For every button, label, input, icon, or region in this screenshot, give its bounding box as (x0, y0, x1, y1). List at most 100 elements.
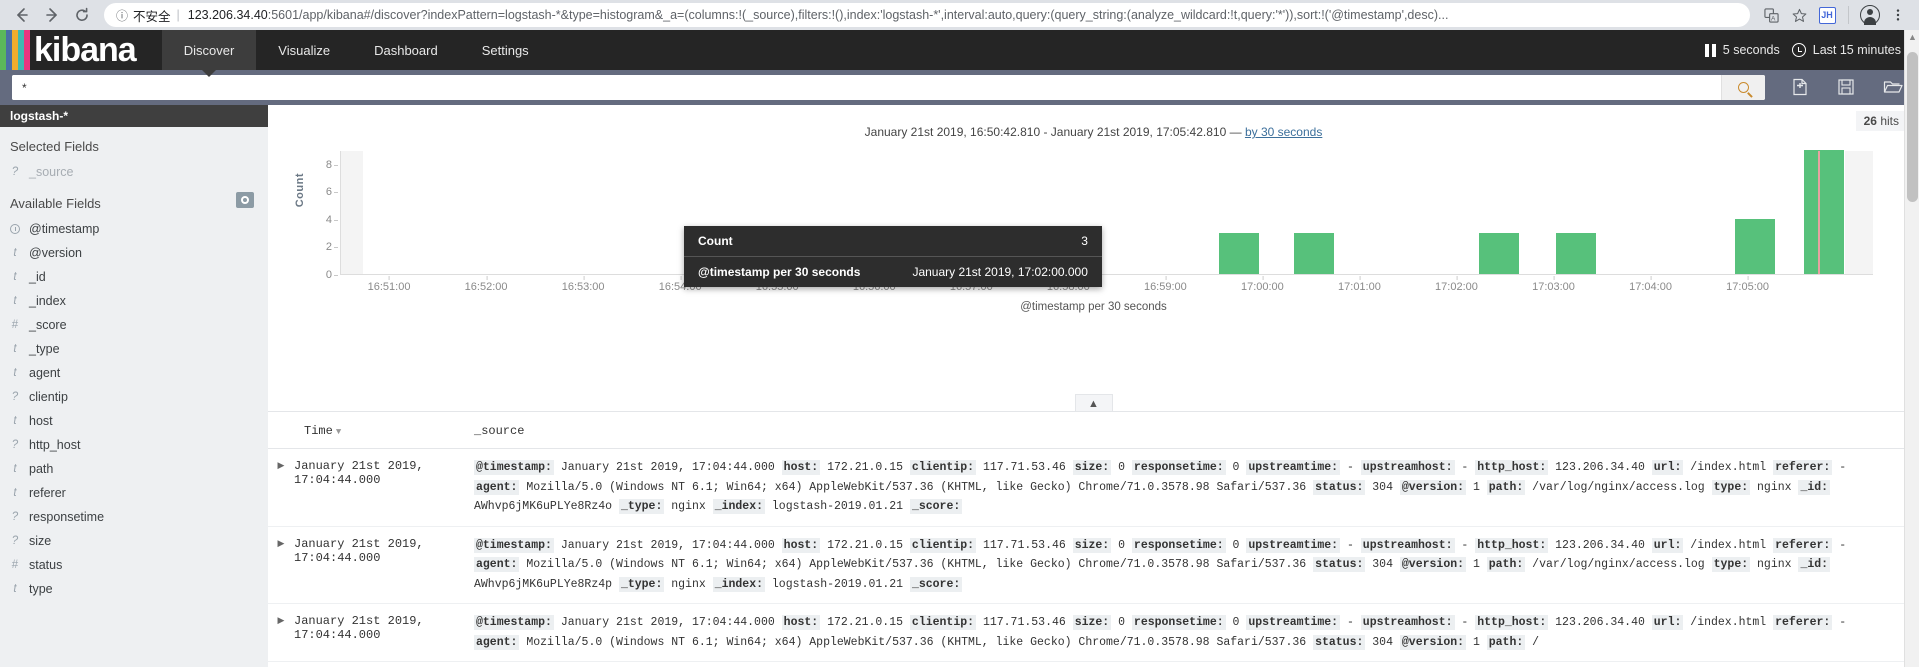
histogram-bar[interactable] (1293, 232, 1334, 274)
extension-badge-icon[interactable]: JH (1814, 2, 1840, 28)
sidebar-field-responsetime[interactable]: ? responsetime (0, 505, 268, 529)
source-field-value: January 21st 2019, 17:04:44.000 (560, 461, 775, 474)
nav-item-dashboard[interactable]: Dashboard (352, 30, 460, 70)
address-bar[interactable]: ⓘ 不安全 | 123.206.34.40:5601/app/kibana#/d… (104, 3, 1750, 27)
histogram-bar[interactable] (1735, 218, 1775, 274)
source-field-value: Mozilla/5.0 (Windows NT 6.1; Win64; x64)… (526, 480, 1307, 494)
histogram-bar[interactable] (1218, 232, 1259, 274)
source-field-key: size: (1072, 615, 1112, 630)
index-pattern-selector[interactable]: logstash-* (0, 105, 268, 127)
histogram-bar[interactable] (1804, 150, 1844, 274)
x-tick-14: 17:05:00 (1726, 276, 1770, 293)
expand-row-icon[interactable]: ▶ (268, 458, 294, 517)
available-fields-heading: Available Fields (0, 184, 268, 217)
source-field-value: 304 (1372, 480, 1393, 494)
back-arrow-icon[interactable] (8, 2, 36, 28)
field-name-label: @version (29, 246, 82, 260)
chevron-up-icon[interactable]: ▲ (1074, 394, 1113, 412)
sidebar-field-version[interactable]: t @version (0, 241, 268, 265)
source-field-key: upstreamtime: (1246, 460, 1341, 475)
source-field-value: 1 (1472, 558, 1480, 571)
search-box[interactable] (12, 75, 1765, 100)
histogram-bar[interactable] (1555, 232, 1596, 274)
field-name-label: referer (29, 486, 66, 500)
sidebar-field-timestamp[interactable]: @timestamp (0, 217, 268, 241)
kebab-menu-icon[interactable] (1885, 2, 1911, 28)
x-tick-13: 17:04:00 (1629, 276, 1672, 293)
table-row[interactable]: ▶ January 21st 2019, 17:04:44.000 @timesta… (268, 604, 1919, 662)
sidebar-field-clientip[interactable]: ? clientip (0, 385, 268, 409)
new-search-icon[interactable] (1791, 78, 1811, 98)
source-field-key: @version: (1399, 479, 1467, 495)
search-input[interactable] (12, 75, 1721, 100)
url-path: :5601/app/kibana#/discover?indexPattern=… (267, 8, 1449, 22)
refresh-interval-control[interactable]: 5 seconds (1705, 43, 1780, 57)
nav-item-visualize[interactable]: Visualize (256, 30, 352, 70)
gear-icon[interactable] (236, 192, 254, 208)
column-header-time[interactable]: Time ▼ (268, 424, 474, 438)
expand-row-icon[interactable]: ▶ (268, 613, 294, 652)
sidebar-field-index[interactable]: t _index (0, 289, 268, 313)
sidebar-field-size[interactable]: ? size (0, 529, 268, 553)
source-field-key: http_host: (1475, 460, 1549, 475)
table-row[interactable]: ▶ January 21st 2019, 17:04:44.000 @timesta… (268, 449, 1919, 527)
sidebar-field-host[interactable]: t host (0, 409, 268, 433)
documents-table: Time ▼ _source ▶ January 21st 2019, 17:04:… (268, 412, 1919, 667)
scrollbar-thumb[interactable] (1907, 52, 1918, 202)
sort-desc-caret[interactable]: ▼ (336, 427, 341, 437)
source-field-value: logstash-2019.01.21 (771, 500, 904, 513)
expand-row-icon[interactable]: ▶ (268, 536, 294, 595)
nav-item-discover[interactable]: Discover (161, 30, 257, 70)
sidebar-field-source[interactable]: ? _source (0, 160, 268, 184)
time-picker-control[interactable]: Last 15 minutes (1791, 43, 1901, 57)
pause-icon (1705, 43, 1716, 57)
y-tick-4: 4 (325, 213, 339, 226)
field-type-date-icon (10, 224, 20, 234)
source-field-value: 123.206.34.40 (1555, 461, 1645, 474)
sidebar-field-type[interactable]: t type (0, 577, 268, 601)
sidebar-field-httphost[interactable]: ? http_host (0, 433, 268, 457)
chart-interval-link[interactable]: by 30 seconds (1245, 125, 1322, 139)
source-field-key: referer: (1773, 537, 1833, 553)
source-field-key: @timestamp: (474, 615, 554, 630)
sidebar-field-id[interactable]: t _id (0, 265, 268, 289)
open-folder-icon[interactable] (1883, 78, 1903, 98)
tooltip-bucket-label: @timestamp per 30 seconds (698, 265, 861, 279)
forward-arrow-icon[interactable] (38, 2, 66, 28)
search-magnifier-icon (1738, 82, 1749, 93)
source-field-value: 1 (1472, 635, 1480, 649)
reload-icon[interactable] (68, 2, 96, 28)
source-field-key: type: (1711, 557, 1751, 572)
sidebar-field-path[interactable]: t path (0, 457, 268, 481)
column-header-source[interactable]: _source (474, 424, 1919, 438)
table-row[interactable]: ▶ January 21st 2019, 17:04:44.000 @timesta… (268, 527, 1919, 604)
source-field-key: size: (1072, 460, 1112, 475)
save-floppy-icon[interactable] (1837, 78, 1857, 98)
field-sidebar: logstash-* ❮ Selected Fields ?_source Av… (0, 105, 278, 667)
kibana-logo[interactable]: kibana (0, 30, 137, 70)
star-icon[interactable] (1786, 2, 1812, 28)
sidebar-field-agent[interactable]: t agent (0, 361, 268, 385)
source-field-value: 117.71.53.46 (982, 461, 1066, 474)
sidebar-field-status[interactable]: # status (0, 553, 268, 577)
source-field-key: _index: (712, 576, 765, 592)
chart-plot-area[interactable] (340, 150, 1873, 275)
sidebar-field-referer[interactable]: t referer (0, 481, 268, 505)
index-pattern-label: logstash-* (10, 109, 69, 123)
search-submit-button[interactable] (1721, 75, 1765, 100)
source-field-value: 123.206.34.40 (1555, 616, 1645, 629)
histogram-bar[interactable] (1479, 232, 1520, 274)
sidebar-field-score[interactable]: # _score (0, 313, 268, 337)
chart-margin-right (1845, 151, 1873, 274)
source-field-value: - (1839, 616, 1847, 629)
source-field-value: - (1346, 461, 1354, 474)
nav-item-settings[interactable]: Settings (460, 30, 551, 70)
translate-icon[interactable]: A (1758, 2, 1784, 28)
page-scrollbar[interactable]: ▲ (1904, 30, 1919, 667)
profile-avatar-icon[interactable] (1857, 2, 1883, 28)
source-field-key: @timestamp: (474, 460, 554, 475)
scroll-up-arrow-icon[interactable]: ▲ (1908, 32, 1917, 42)
query-bar-actions (1791, 78, 1903, 98)
sidebar-field-type[interactable]: t _type (0, 337, 268, 361)
source-field-key: _score: (909, 576, 963, 592)
